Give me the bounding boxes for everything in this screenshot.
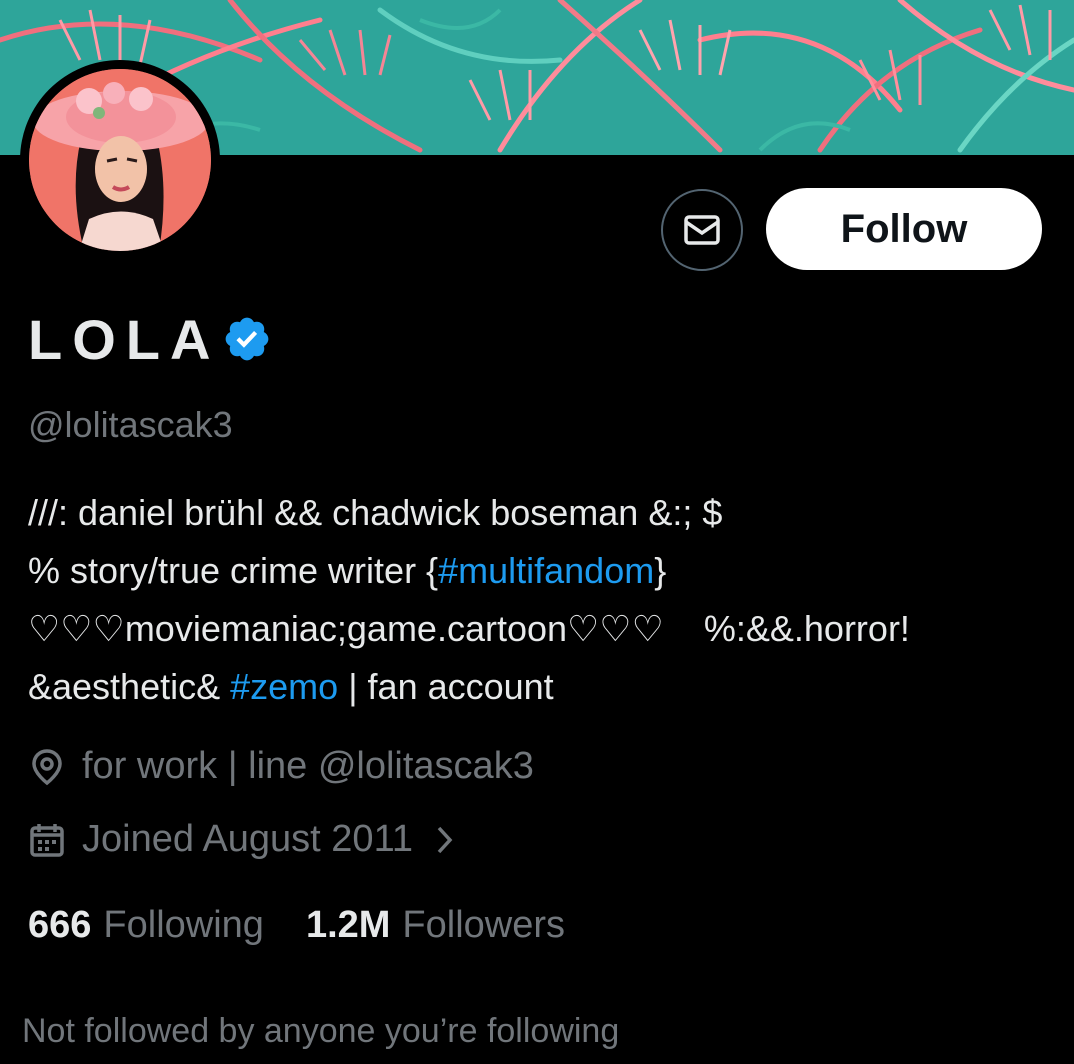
location-text: for work | line @lolitascak3 xyxy=(82,745,534,787)
follow-button[interactable]: Follow xyxy=(766,188,1042,270)
following-link[interactable]: 666 Following xyxy=(28,904,264,947)
following-label: Following xyxy=(103,904,264,946)
joined-row[interactable]: Joined August 2011 xyxy=(28,818,455,861)
followers-link[interactable]: 1.2M Followers xyxy=(306,904,565,947)
bio-line-2: % story/true crime writer {#multifandom} xyxy=(28,542,1058,600)
bio-line-4: &aesthetic& #zemo | fan account xyxy=(28,658,1058,716)
avatar-image xyxy=(29,69,211,251)
social-context-text: Not followed by anyone you’re following xyxy=(22,1012,620,1050)
bio-line-1: ///: daniel brühl && chadwick boseman &:… xyxy=(28,492,723,533)
message-button[interactable] xyxy=(661,189,743,271)
location-row: for work | line @lolitascak3 xyxy=(28,745,534,788)
bio-text: } xyxy=(654,550,667,591)
bio-text: | fan account xyxy=(338,666,554,707)
bio-text: &aesthetic& xyxy=(28,666,231,707)
hashtag-link-zemo[interactable]: #zemo xyxy=(230,666,338,707)
chevron-right-icon xyxy=(435,824,455,856)
name-row: LOLA xyxy=(28,306,272,372)
avatar[interactable] xyxy=(20,60,220,260)
handle: @lolitascak3 xyxy=(28,404,233,445)
envelope-icon xyxy=(681,209,723,251)
verified-badge-icon[interactable] xyxy=(222,314,272,364)
bio-line-3: ♡♡♡moviemaniac;game.cartoon♡♡♡ %:&&.horr… xyxy=(28,608,910,649)
bio-text: % story/true crime writer { xyxy=(28,550,439,591)
following-count: 666 xyxy=(28,904,92,946)
calendar-icon xyxy=(28,821,66,859)
display-name: LOLA xyxy=(28,307,221,371)
followers-label: Followers xyxy=(402,904,566,946)
joined-text: Joined August 2011 xyxy=(82,818,414,860)
bio: ///: daniel brühl && chadwick boseman &:… xyxy=(28,484,1058,716)
followers-count: 1.2M xyxy=(305,904,391,946)
hashtag-link-multifandom[interactable]: #multifandom xyxy=(438,550,654,591)
follow-stats: 666 Following 1.2M Followers xyxy=(28,904,565,947)
location-pin-icon xyxy=(28,748,66,786)
